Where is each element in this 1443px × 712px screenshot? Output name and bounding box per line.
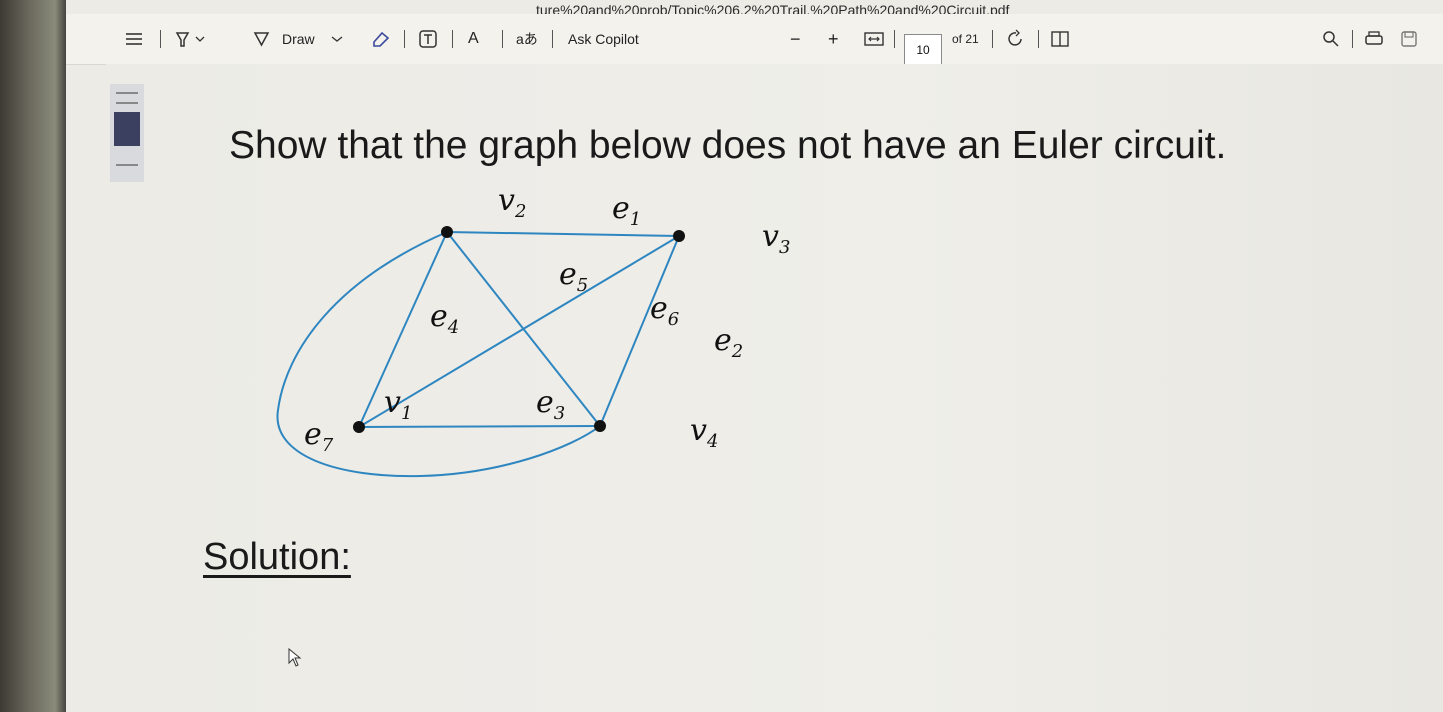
fit-width-icon[interactable] [864,26,884,52]
mouse-cursor-icon [288,648,302,667]
rotate-icon[interactable] [1006,26,1026,52]
vertex-v3 [673,230,685,242]
edge-label-e6: e6 [650,291,679,330]
current-page-thumbnail[interactable] [114,112,140,146]
page-thumbnail-strip[interactable] [110,84,144,182]
page-total: of 21 [952,32,979,46]
toolbar-divider [1038,30,1039,48]
vertex-label-v3: v3 [762,219,790,258]
text-size-button[interactable]: A [468,26,479,52]
toolbar-divider [552,30,553,48]
edge-label-e1: e1 [612,191,641,230]
text-box-icon[interactable] [418,26,438,52]
edge-label-e7: e7 [304,417,334,456]
vertex-label-v2: v2 [498,183,526,222]
thumbnail-line [116,164,138,166]
thumbnail-line [116,92,138,94]
edge-label-e2: e2 [714,323,743,362]
toolbar-divider [1352,30,1353,48]
toolbar-divider [452,30,453,48]
zoom-out-button[interactable]: − [790,26,801,52]
save-icon[interactable] [1400,26,1418,52]
vertex-label-v4: v4 [690,413,718,452]
page-number-input[interactable]: 10 [904,34,942,66]
pdf-toolbar: Draw A aあ Ask Copilot − + 10 of 21 [66,14,1443,66]
toolbar-divider [160,30,161,48]
pdf-viewer-window: ture%20and%20prob/Topic%206.2%20Trail,%2… [66,0,1443,712]
print-icon[interactable] [1364,26,1384,52]
contents-list-icon[interactable] [124,26,144,52]
vertex-label-v1: v1 [384,385,412,424]
edge-e1 [446,231,680,237]
page-view-icon[interactable] [1050,26,1070,52]
zoom-in-button[interactable]: + [828,26,839,52]
toolbar-divider [502,30,503,48]
eraser-icon[interactable] [370,26,392,52]
vertex-v2 [441,226,453,238]
toolbar-divider [404,30,405,48]
pen-icon [253,32,270,47]
vertex-v1 [353,421,365,433]
question-text: Show that the graph below does not have … [229,124,1227,167]
search-icon[interactable] [1322,26,1340,52]
edge-e3 [358,425,601,428]
highlighter-icon[interactable] [174,26,208,52]
thumbnail-line [116,102,138,104]
ask-copilot-button[interactable]: Ask Copilot [568,26,639,52]
vertex-v4 [594,420,606,432]
draw-button[interactable]: Draw [252,26,345,52]
edge-label-e5: e5 [559,257,588,296]
read-aloud-button[interactable]: aあ [516,26,538,52]
edge-e2 [599,235,680,427]
edge-e6 [358,235,680,428]
chevron-down-icon [331,36,343,42]
toolbar-divider [894,30,895,48]
edge-label-e3: e3 [536,385,565,424]
toolbar-divider [992,30,993,48]
edge-label-e4: e4 [430,299,459,338]
draw-label: Draw [282,31,315,47]
euler-graph: e1 e2 e3 e4 e5 e6 e7 v1 v2 v3 v4 [276,183,790,478]
solution-heading: Solution: [203,536,351,578]
